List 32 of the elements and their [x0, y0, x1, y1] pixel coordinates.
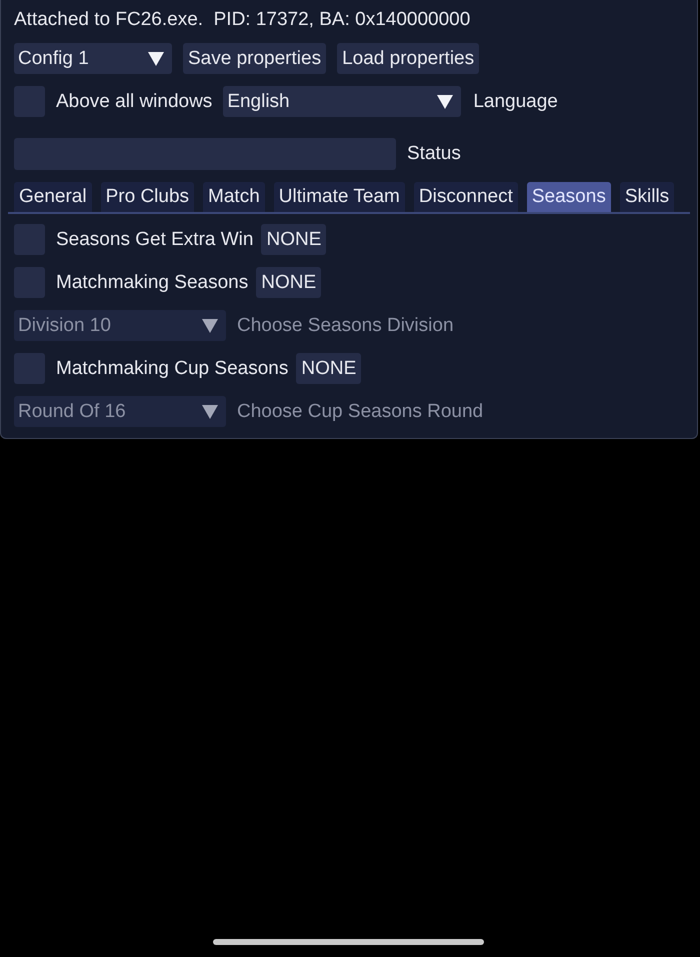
hotkey-button[interactable]: NONE [296, 353, 362, 384]
toolbar-button[interactable]: Save properties [183, 43, 326, 74]
toolbar-button[interactable]: Load properties [337, 43, 480, 74]
checkbox-label: Matchmaking Seasons [56, 270, 248, 294]
status-field[interactable] [14, 138, 396, 170]
tab[interactable]: Match [203, 182, 265, 212]
field-label: Status [407, 142, 461, 166]
checkbox-label: Above all windows [56, 90, 212, 114]
caret-icon [437, 94, 454, 108]
checkbox[interactable] [14, 86, 45, 117]
checkbox-label: Seasons Get Extra Win [56, 228, 254, 252]
tab[interactable]: Disconnect [414, 182, 518, 212]
dropdown-label: Choose Seasons Division [237, 314, 454, 338]
tab[interactable]: Pro Clubs [100, 182, 194, 212]
dropdown-label: Language [473, 90, 558, 114]
tab[interactable]: General [14, 182, 92, 212]
dropdown-label: Choose Cup Seasons Round [237, 400, 484, 424]
checkbox[interactable] [14, 224, 45, 255]
checkbox-label: Matchmaking Cup Seasons [56, 356, 288, 380]
tab[interactable]: Ultimate Team [274, 182, 405, 212]
checkbox[interactable] [14, 353, 45, 384]
caret-icon [148, 52, 164, 66]
caret-icon [202, 404, 218, 418]
dropdown[interactable]: English [223, 86, 462, 117]
hotkey-button[interactable]: NONE [256, 267, 322, 298]
dropdown[interactable]: Config 1 [14, 43, 172, 74]
caret-icon [202, 318, 218, 332]
hotkey-button[interactable]: NONE [261, 224, 326, 255]
attach-status-text: Attached to FC26.exe. PID: 17372, BA: 0x140000000 [14, 8, 472, 32]
checkbox[interactable] [14, 267, 45, 298]
tab[interactable]: Skills [620, 182, 674, 212]
tab[interactable]: Seasons [526, 182, 611, 212]
